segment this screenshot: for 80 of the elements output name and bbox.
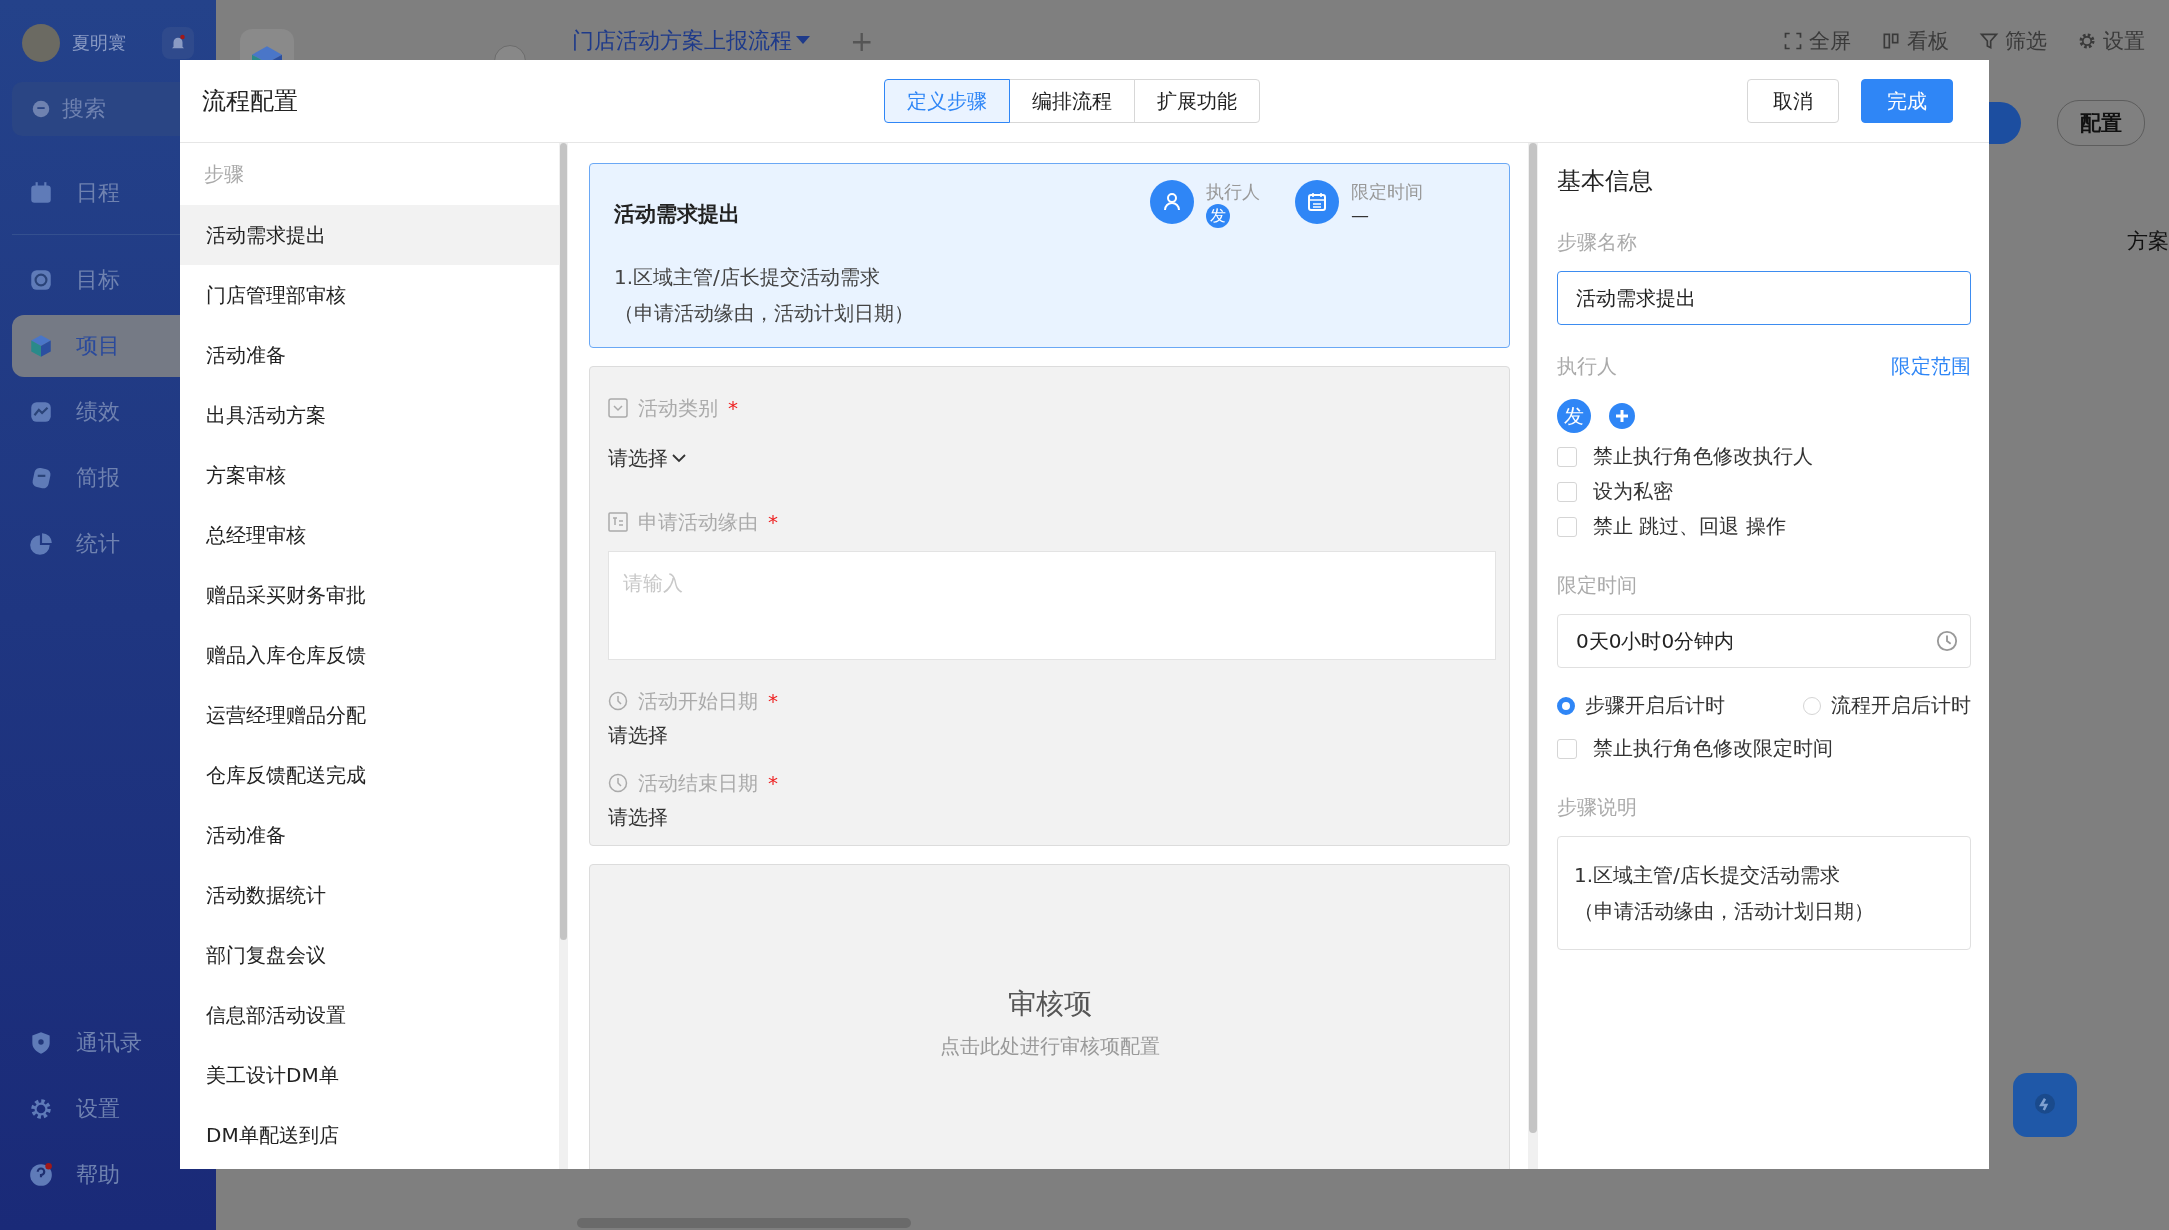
field-label: 步骤说明	[1557, 793, 1637, 821]
field-label: 活动结束日期	[638, 769, 758, 797]
filter-icon	[1979, 31, 1999, 51]
step-item[interactable]: 仓库反馈配送完成	[180, 745, 559, 805]
step-item[interactable]: 活动需求提出	[180, 205, 559, 265]
help-icon	[28, 1162, 54, 1188]
checkbox-option[interactable]: 禁止执行角色修改限定时间	[1557, 731, 1971, 766]
timer-radio[interactable]: 流程开启后计时	[1803, 692, 1971, 719]
field-label: 活动类别	[638, 394, 718, 422]
required-mark: *	[768, 689, 778, 713]
caret-icon	[796, 36, 810, 46]
field-label: 执行人	[1557, 352, 1617, 380]
step-description: 1.区域主管/店长提交活动需求	[614, 264, 881, 291]
required-mark: *	[728, 396, 738, 420]
review-title: 审核项	[1007, 986, 1092, 1022]
field-label: 活动开始日期	[638, 687, 758, 715]
clock-icon	[608, 773, 628, 793]
cancel-button[interactable]: 取消	[1747, 79, 1839, 123]
review-card[interactable]: 审核项 点击此处进行审核项配置	[589, 864, 1510, 1169]
settings-icon	[2077, 31, 2097, 51]
search-icon	[30, 98, 52, 120]
scrollbar-thumb[interactable]	[560, 143, 567, 940]
calendar-icon	[28, 180, 54, 206]
field-label: 申请活动缘由	[638, 508, 758, 536]
step-name-field[interactable]: 活动需求提出	[1557, 271, 1971, 325]
user-name: 夏明寰	[72, 31, 127, 55]
notification-button[interactable]	[162, 27, 194, 59]
section-title: 基本信息	[1557, 166, 1654, 197]
steps-heading: 步骤	[204, 160, 244, 188]
field-label: 步骤名称	[1557, 228, 1637, 256]
required-mark: *	[768, 771, 778, 795]
target-icon	[28, 267, 54, 293]
board-icon	[1881, 31, 1901, 51]
segment-tab[interactable]: 扩展功能	[1134, 79, 1260, 123]
done-button[interactable]: 完成	[1861, 79, 1953, 123]
time-limit-label: 限定时间	[1351, 180, 1423, 204]
time-limit-value: —	[1351, 204, 1370, 225]
executor-avatar[interactable]: 发	[1557, 399, 1591, 433]
dropdown-field-icon	[608, 398, 628, 418]
column-header: 方案	[2127, 228, 2169, 255]
step-item[interactable]: 活动准备	[180, 805, 559, 865]
scope-link[interactable]: 限定范围	[1891, 352, 1971, 380]
step-item[interactable]: 部门复盘会议	[180, 925, 559, 985]
step-item[interactable]: 赠品入库仓库反馈	[180, 625, 559, 685]
clock-icon	[1936, 630, 1958, 652]
calendar-icon	[1295, 180, 1339, 224]
scrollbar-thumb[interactable]	[1529, 143, 1537, 1133]
chart-icon	[28, 399, 54, 425]
step-title: 活动需求提出	[614, 201, 740, 228]
description-field[interactable]: 1.区域主管/店长提交活动需求 （申请活动缘由，活动计划日期）	[1557, 836, 1971, 950]
required-mark: *	[768, 510, 778, 534]
field-label: 限定时间	[1557, 571, 1637, 599]
person-icon	[1150, 180, 1194, 224]
fullscreen-icon	[1783, 31, 1803, 51]
dialog-title: 流程配置	[202, 86, 298, 117]
text-field-icon	[608, 512, 628, 532]
pie-chart-icon	[28, 531, 54, 557]
checkbox-option[interactable]: 禁止 跳过、回退 操作	[1557, 509, 1971, 544]
step-item[interactable]: 活动数据统计	[180, 865, 559, 925]
executor-avatar: 发	[1206, 204, 1230, 228]
time-limit-field[interactable]: 0天0小时0分钟内	[1557, 614, 1971, 668]
chevron-down-icon[interactable]	[672, 453, 686, 463]
step-item[interactable]: 运营经理赠品分配	[180, 685, 559, 745]
cube-icon	[28, 333, 54, 359]
timer-radio[interactable]: 步骤开启后计时	[1557, 692, 1725, 719]
settings-icon	[28, 1096, 54, 1122]
checkbox-option[interactable]: 设为私密	[1557, 474, 1971, 509]
clock-icon	[608, 691, 628, 711]
date-picker[interactable]: 请选择	[608, 721, 668, 749]
checkbox-option[interactable]: 禁止执行角色修改执行人	[1557, 439, 1971, 474]
user-avatar[interactable]	[22, 24, 60, 62]
date-picker[interactable]: 请选择	[608, 803, 668, 831]
select-dropdown[interactable]: 请选择	[608, 444, 668, 472]
help-fab[interactable]	[2013, 1073, 2077, 1137]
review-hint: 点击此处进行审核项配置	[939, 1033, 1160, 1060]
segment-tab[interactable]: 编排流程	[1009, 79, 1135, 123]
step-description: （申请活动缘由，活动计划日期）	[614, 300, 915, 327]
config-button[interactable]: 配置	[2057, 100, 2145, 146]
executor-label: 执行人	[1206, 180, 1260, 204]
step-card[interactable]: 活动需求提出 执行人 发 限定时间 — 1.区域主管/店长提交活动需求 （申请活动缘由，活动计划日期）	[589, 163, 1510, 348]
